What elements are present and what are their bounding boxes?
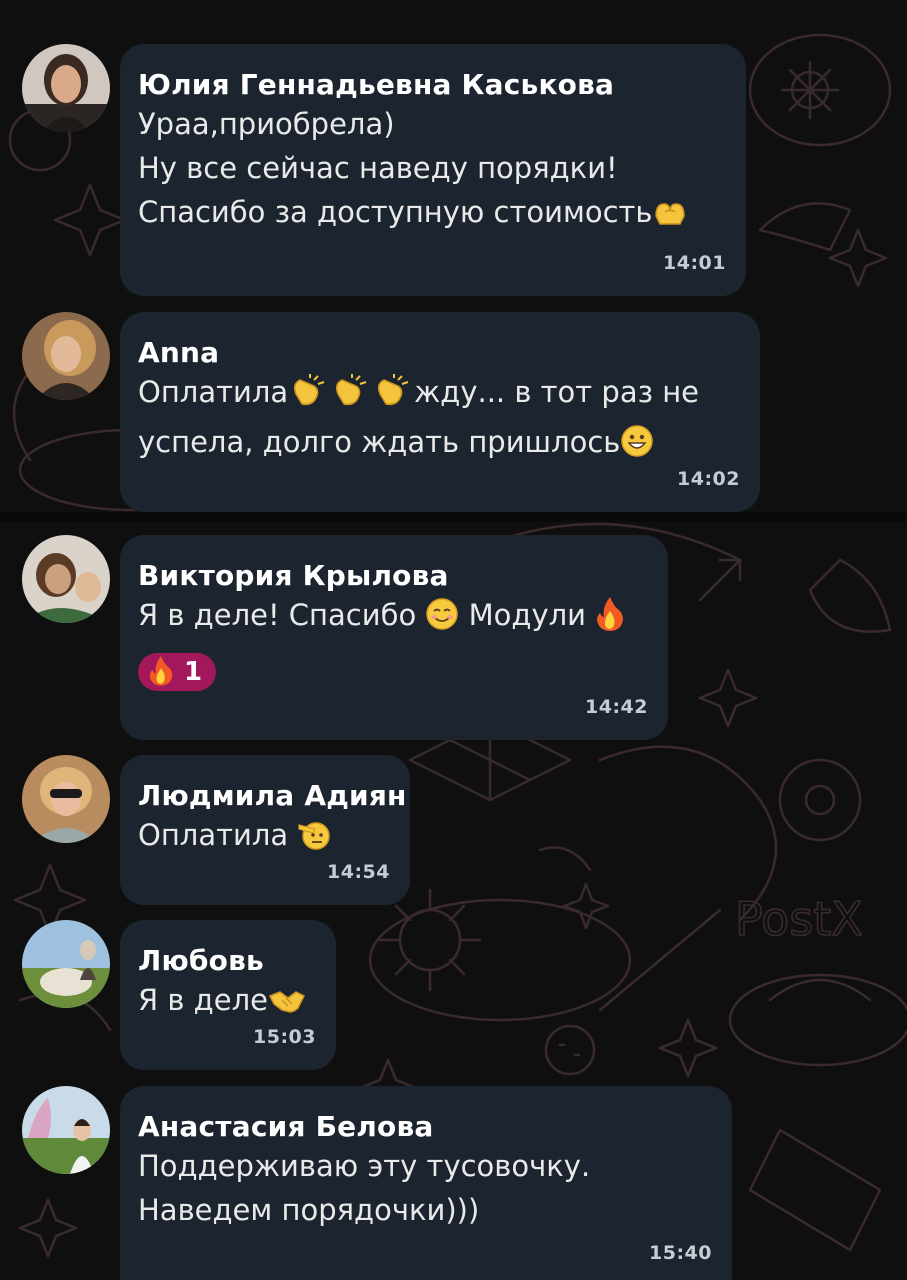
avatar[interactable] xyxy=(22,1086,110,1174)
wallpaper-brand-mark: PostX xyxy=(735,892,863,946)
message-bubble[interactable]: Любовь Я в деле 15:03 xyxy=(120,920,336,1070)
message-text-line: Спасибо за доступную стоимость xyxy=(138,190,728,240)
clapping-hands-emoji xyxy=(288,374,330,420)
avatar[interactable] xyxy=(22,44,110,132)
message-text: Ну все сейчас наведу порядки! xyxy=(138,151,618,185)
message-time: 15:03 xyxy=(253,1026,316,1048)
handshake-emoji xyxy=(268,984,306,1028)
smiling-face-emoji xyxy=(425,597,459,643)
message-text-line: Оплатила xyxy=(138,813,392,863)
sender-name[interactable]: Anna xyxy=(138,336,742,370)
fire-emoji xyxy=(595,595,625,643)
fire-emoji xyxy=(148,654,174,690)
message-text: жду... в тот раз не xyxy=(414,375,700,409)
message-text-line: Я в деле! Спасибо Модули xyxy=(138,593,650,643)
avatar[interactable] xyxy=(22,312,110,400)
saluting-face-emoji xyxy=(297,817,331,863)
message-text: Я в деле xyxy=(138,983,268,1017)
grinning-face-emoji xyxy=(620,424,654,470)
message-text: успела, долго ждать пришлось xyxy=(138,425,621,459)
clapping-hands-emoji xyxy=(372,374,414,420)
avatar[interactable] xyxy=(22,535,110,623)
sender-name[interactable]: Любовь xyxy=(138,944,318,978)
message-text: Модули xyxy=(468,598,586,632)
message-text: Спасибо за доступную стоимость xyxy=(138,195,653,229)
message-text: Наведем порядочки))) xyxy=(138,1193,480,1227)
message-text: Оплатила xyxy=(138,375,289,409)
message-time: 14:01 xyxy=(663,252,726,274)
sender-name[interactable]: Юлия Геннадьевна Каськова xyxy=(138,68,728,102)
message-bubble[interactable]: Anna Оплатила жду... в тот раз не успела… xyxy=(120,312,760,512)
chat-screen: PostX Юлия Геннадьевна Каськова Ураа,при… xyxy=(0,0,907,1280)
message-bubble[interactable]: Анастасия Белова Поддерживаю эту тусовоч… xyxy=(120,1086,732,1280)
message-time: 15:40 xyxy=(649,1242,712,1264)
message-bubble[interactable]: Юлия Геннадьевна Каськова Ураа,приобрела… xyxy=(120,44,746,296)
reaction-count: 1 xyxy=(184,657,203,687)
sender-name[interactable]: Людмила Адиян xyxy=(138,779,406,813)
message-text: Ураа,приобрела) xyxy=(138,107,395,141)
message-text: Поддерживаю эту тусовочку. xyxy=(138,1149,591,1183)
message-time: 14:54 xyxy=(327,861,390,883)
message-time: 14:42 xyxy=(585,696,648,718)
avatar[interactable] xyxy=(22,755,110,843)
avatar[interactable] xyxy=(22,920,110,1008)
clapping-hands-emoji xyxy=(330,374,372,420)
screenshot-seam xyxy=(0,512,907,522)
reaction-chip[interactable]: 1 xyxy=(138,653,217,691)
message-text: Оплатила xyxy=(138,818,289,852)
message-time: 14:02 xyxy=(677,468,740,490)
message-text-line: Оплатила жду... в тот раз не xyxy=(138,370,742,420)
sender-name[interactable]: Анастасия Белова xyxy=(138,1110,714,1144)
message-text: Я в деле! Спасибо xyxy=(138,598,417,632)
message-bubble[interactable]: Виктория Крылова Я в деле! Спасибо Модул… xyxy=(120,535,668,740)
message-text-line: Я в деле xyxy=(138,978,318,1028)
message-bubble[interactable]: Людмила Адиян Оплатила 14:54 xyxy=(120,755,410,905)
sender-name[interactable]: Виктория Крылова xyxy=(138,559,650,593)
heart-hands-emoji xyxy=(653,196,687,240)
message-text-line: успела, долго ждать пришлось xyxy=(138,420,742,470)
